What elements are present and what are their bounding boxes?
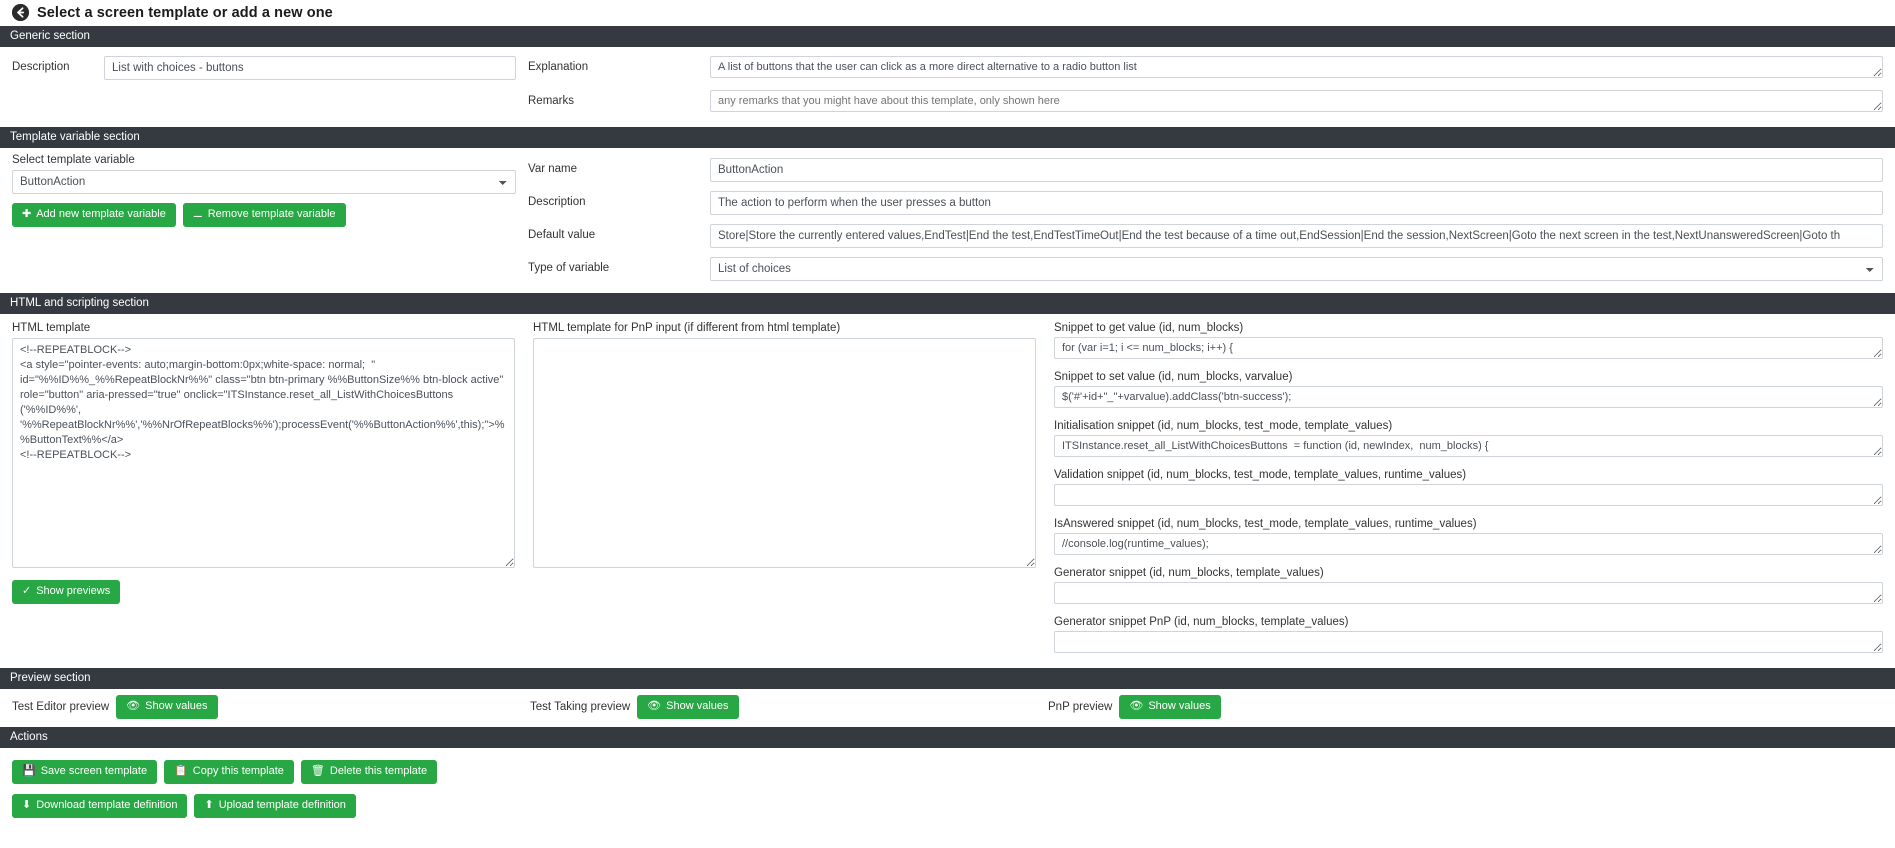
initialisation-snippet-label: Initialisation snippet (id, num_blocks, … — [1054, 420, 1393, 432]
isanswered-snippet-label: IsAnswered snippet (id, num_blocks, test… — [1054, 518, 1477, 530]
description-label: Description — [12, 61, 70, 73]
actions-section-body: 💾 Save screen template 📋 Copy this templ… — [0, 748, 1895, 832]
section-header-actions: Actions — [0, 727, 1895, 748]
remove-template-variable-label: Remove template variable — [207, 208, 336, 220]
add-template-variable-button[interactable]: ✚ Add new template variable — [12, 203, 176, 227]
variable-description-row: Description — [528, 191, 1883, 215]
copy-icon: 📋 — [174, 765, 188, 777]
eye-icon: 👁 — [1129, 700, 1144, 712]
save-icon: 💾 — [22, 765, 36, 777]
test-taking-show-values-label: Show values — [666, 700, 729, 712]
default-value-label: Default value — [528, 229, 596, 241]
type-of-variable-dropdown[interactable]: List of choices — [710, 257, 1883, 281]
remarks-textarea[interactable] — [710, 90, 1883, 112]
save-screen-template-label: Save screen template — [40, 765, 148, 777]
html-scripting-section-body: HTML template <!--REPEATBLOCK--> <a styl… — [0, 314, 1895, 656]
pnp-template-label: HTML template for PnP input (if differen… — [533, 322, 841, 334]
remove-template-variable-button[interactable]: ⚊ Remove template variable — [182, 203, 346, 227]
show-previews-label: Show previews — [36, 585, 111, 597]
add-template-variable-label: Add new template variable — [36, 208, 166, 220]
upload-template-definition-label: Upload template definition — [218, 799, 346, 811]
html-template-textarea[interactable]: <!--REPEATBLOCK--> <a style="pointer-eve… — [12, 338, 515, 568]
pnp-show-values-label: Show values — [1148, 700, 1211, 712]
show-previews-button[interactable]: ✓ Show previews — [12, 580, 121, 604]
isanswered-snippet-textarea[interactable]: //console.log(runtime_values); — [1054, 533, 1883, 555]
default-value-row: Default value — [528, 224, 1883, 248]
var-name-label: Var name — [528, 163, 578, 175]
trash-icon: 🗑 — [310, 765, 325, 777]
delete-template-button[interactable]: 🗑 Delete this template — [300, 760, 438, 784]
section-header-html-scripting: HTML and scripting section — [0, 293, 1895, 314]
upload-template-definition-button[interactable]: ⬆ Upload template definition — [194, 794, 356, 818]
snippet-get-value-textarea[interactable]: for (var i=1; i <= num_blocks; i++) { — [1054, 337, 1883, 359]
test-editor-show-values-label: Show values — [145, 700, 208, 712]
snippet-get-value-label: Snippet to get value (id, num_blocks) — [1054, 322, 1244, 334]
download-icon: ⬇ — [22, 799, 32, 811]
minus-icon: ⚊ — [192, 208, 203, 220]
section-header-preview: Preview section — [0, 668, 1895, 689]
description-input[interactable] — [104, 56, 516, 80]
page-title: Select a screen template or add a new on… — [37, 4, 333, 21]
validation-snippet-label: Validation snippet (id, num_blocks, test… — [1054, 469, 1467, 481]
html-template-column: HTML template <!--REPEATBLOCK--> <a styl… — [12, 314, 515, 656]
delete-template-label: Delete this template — [329, 765, 428, 777]
eye-icon: 👁 — [647, 700, 662, 712]
test-taking-show-values-button[interactable]: 👁 Show values — [637, 695, 739, 719]
snippets-column: Snippet to get value (id, num_blocks) fo… — [1054, 314, 1883, 656]
pnp-show-values-button[interactable]: 👁 Show values — [1119, 695, 1221, 719]
select-template-variable-dropdown[interactable]: ButtonAction — [12, 170, 516, 194]
snippet-set-value-textarea[interactable]: $('#'+id+"_"+varvalue).addClass('btn-suc… — [1054, 386, 1883, 408]
plus-icon: ✚ — [22, 208, 32, 220]
type-of-variable-label: Type of variable — [528, 262, 610, 274]
test-taking-preview-label: Test Taking preview — [530, 701, 631, 713]
upload-icon: ⬆ — [204, 799, 214, 811]
template-variable-section-body: Select template variable ButtonAction ✚ … — [0, 148, 1895, 281]
save-screen-template-button[interactable]: 💾 Save screen template — [12, 760, 158, 784]
type-of-variable-row: Type of variable List of choices — [528, 257, 1883, 281]
preview-section-body: Test Editor preview 👁 Show values Test T… — [0, 689, 1895, 727]
section-header-template-variable: Template variable section — [0, 127, 1895, 148]
download-template-definition-button[interactable]: ⬇ Download template definition — [12, 794, 188, 818]
variable-description-input[interactable] — [710, 191, 1883, 215]
download-template-definition-label: Download template definition — [36, 799, 178, 811]
file-actions-row: ⬇ Download template definition ⬆ Upload … — [12, 794, 1883, 818]
remarks-row: Remarks — [528, 90, 1883, 115]
var-name-input[interactable] — [710, 158, 1883, 182]
default-value-input[interactable] — [710, 224, 1883, 248]
remarks-label: Remarks — [528, 95, 575, 107]
test-taking-preview-group: Test Taking preview 👁 Show values — [530, 695, 1048, 719]
explanation-label: Explanation — [528, 61, 589, 73]
pnp-preview-group: PnP preview 👁 Show values — [1048, 695, 1883, 719]
eye-icon: 👁 — [126, 700, 141, 712]
variable-description-label: Description — [528, 196, 586, 208]
snippet-set-value-label: Snippet to set value (id, num_blocks, va… — [1054, 371, 1293, 383]
primary-actions-row: 💾 Save screen template 📋 Copy this templ… — [12, 760, 1883, 784]
generator-snippet-pnp-label: Generator snippet PnP (id, num_blocks, t… — [1054, 616, 1349, 628]
copy-template-button[interactable]: 📋 Copy this template — [164, 760, 294, 784]
generic-section-body: Description Explanation A list of button… — [0, 47, 1895, 115]
initialisation-snippet-textarea[interactable]: ITSInstance.reset_all_ListWithChoicesBut… — [1054, 435, 1883, 457]
test-editor-show-values-button[interactable]: 👁 Show values — [116, 695, 218, 719]
pnp-preview-label: PnP preview — [1048, 701, 1113, 713]
copy-template-label: Copy this template — [192, 765, 284, 777]
explanation-row: Explanation A list of buttons that the u… — [528, 56, 1883, 81]
description-row: Description — [12, 56, 516, 80]
pnp-template-textarea[interactable] — [533, 338, 1036, 568]
back-arrow-circle-icon[interactable] — [12, 4, 29, 21]
html-template-label: HTML template — [12, 322, 91, 334]
test-editor-preview-group: Test Editor preview 👁 Show values — [12, 695, 530, 719]
validation-snippet-textarea[interactable] — [1054, 484, 1883, 506]
generator-snippet-textarea[interactable] — [1054, 582, 1883, 604]
test-editor-preview-label: Test Editor preview — [12, 701, 110, 713]
pnp-template-column: HTML template for PnP input (if differen… — [533, 314, 1036, 656]
check-icon: ✓ — [22, 585, 32, 597]
generator-snippet-label: Generator snippet (id, num_blocks, templ… — [1054, 567, 1324, 579]
generator-snippet-pnp-textarea[interactable] — [1054, 631, 1883, 653]
var-name-row: Var name — [528, 158, 1883, 182]
select-template-variable-label: Select template variable — [12, 154, 135, 166]
explanation-textarea[interactable]: A list of buttons that the user can clic… — [710, 56, 1883, 78]
page-header: Select a screen template or add a new on… — [0, 0, 1895, 26]
screen-template-editor-page: Select a screen template or add a new on… — [0, 0, 1895, 832]
section-header-generic: Generic section — [0, 26, 1895, 47]
